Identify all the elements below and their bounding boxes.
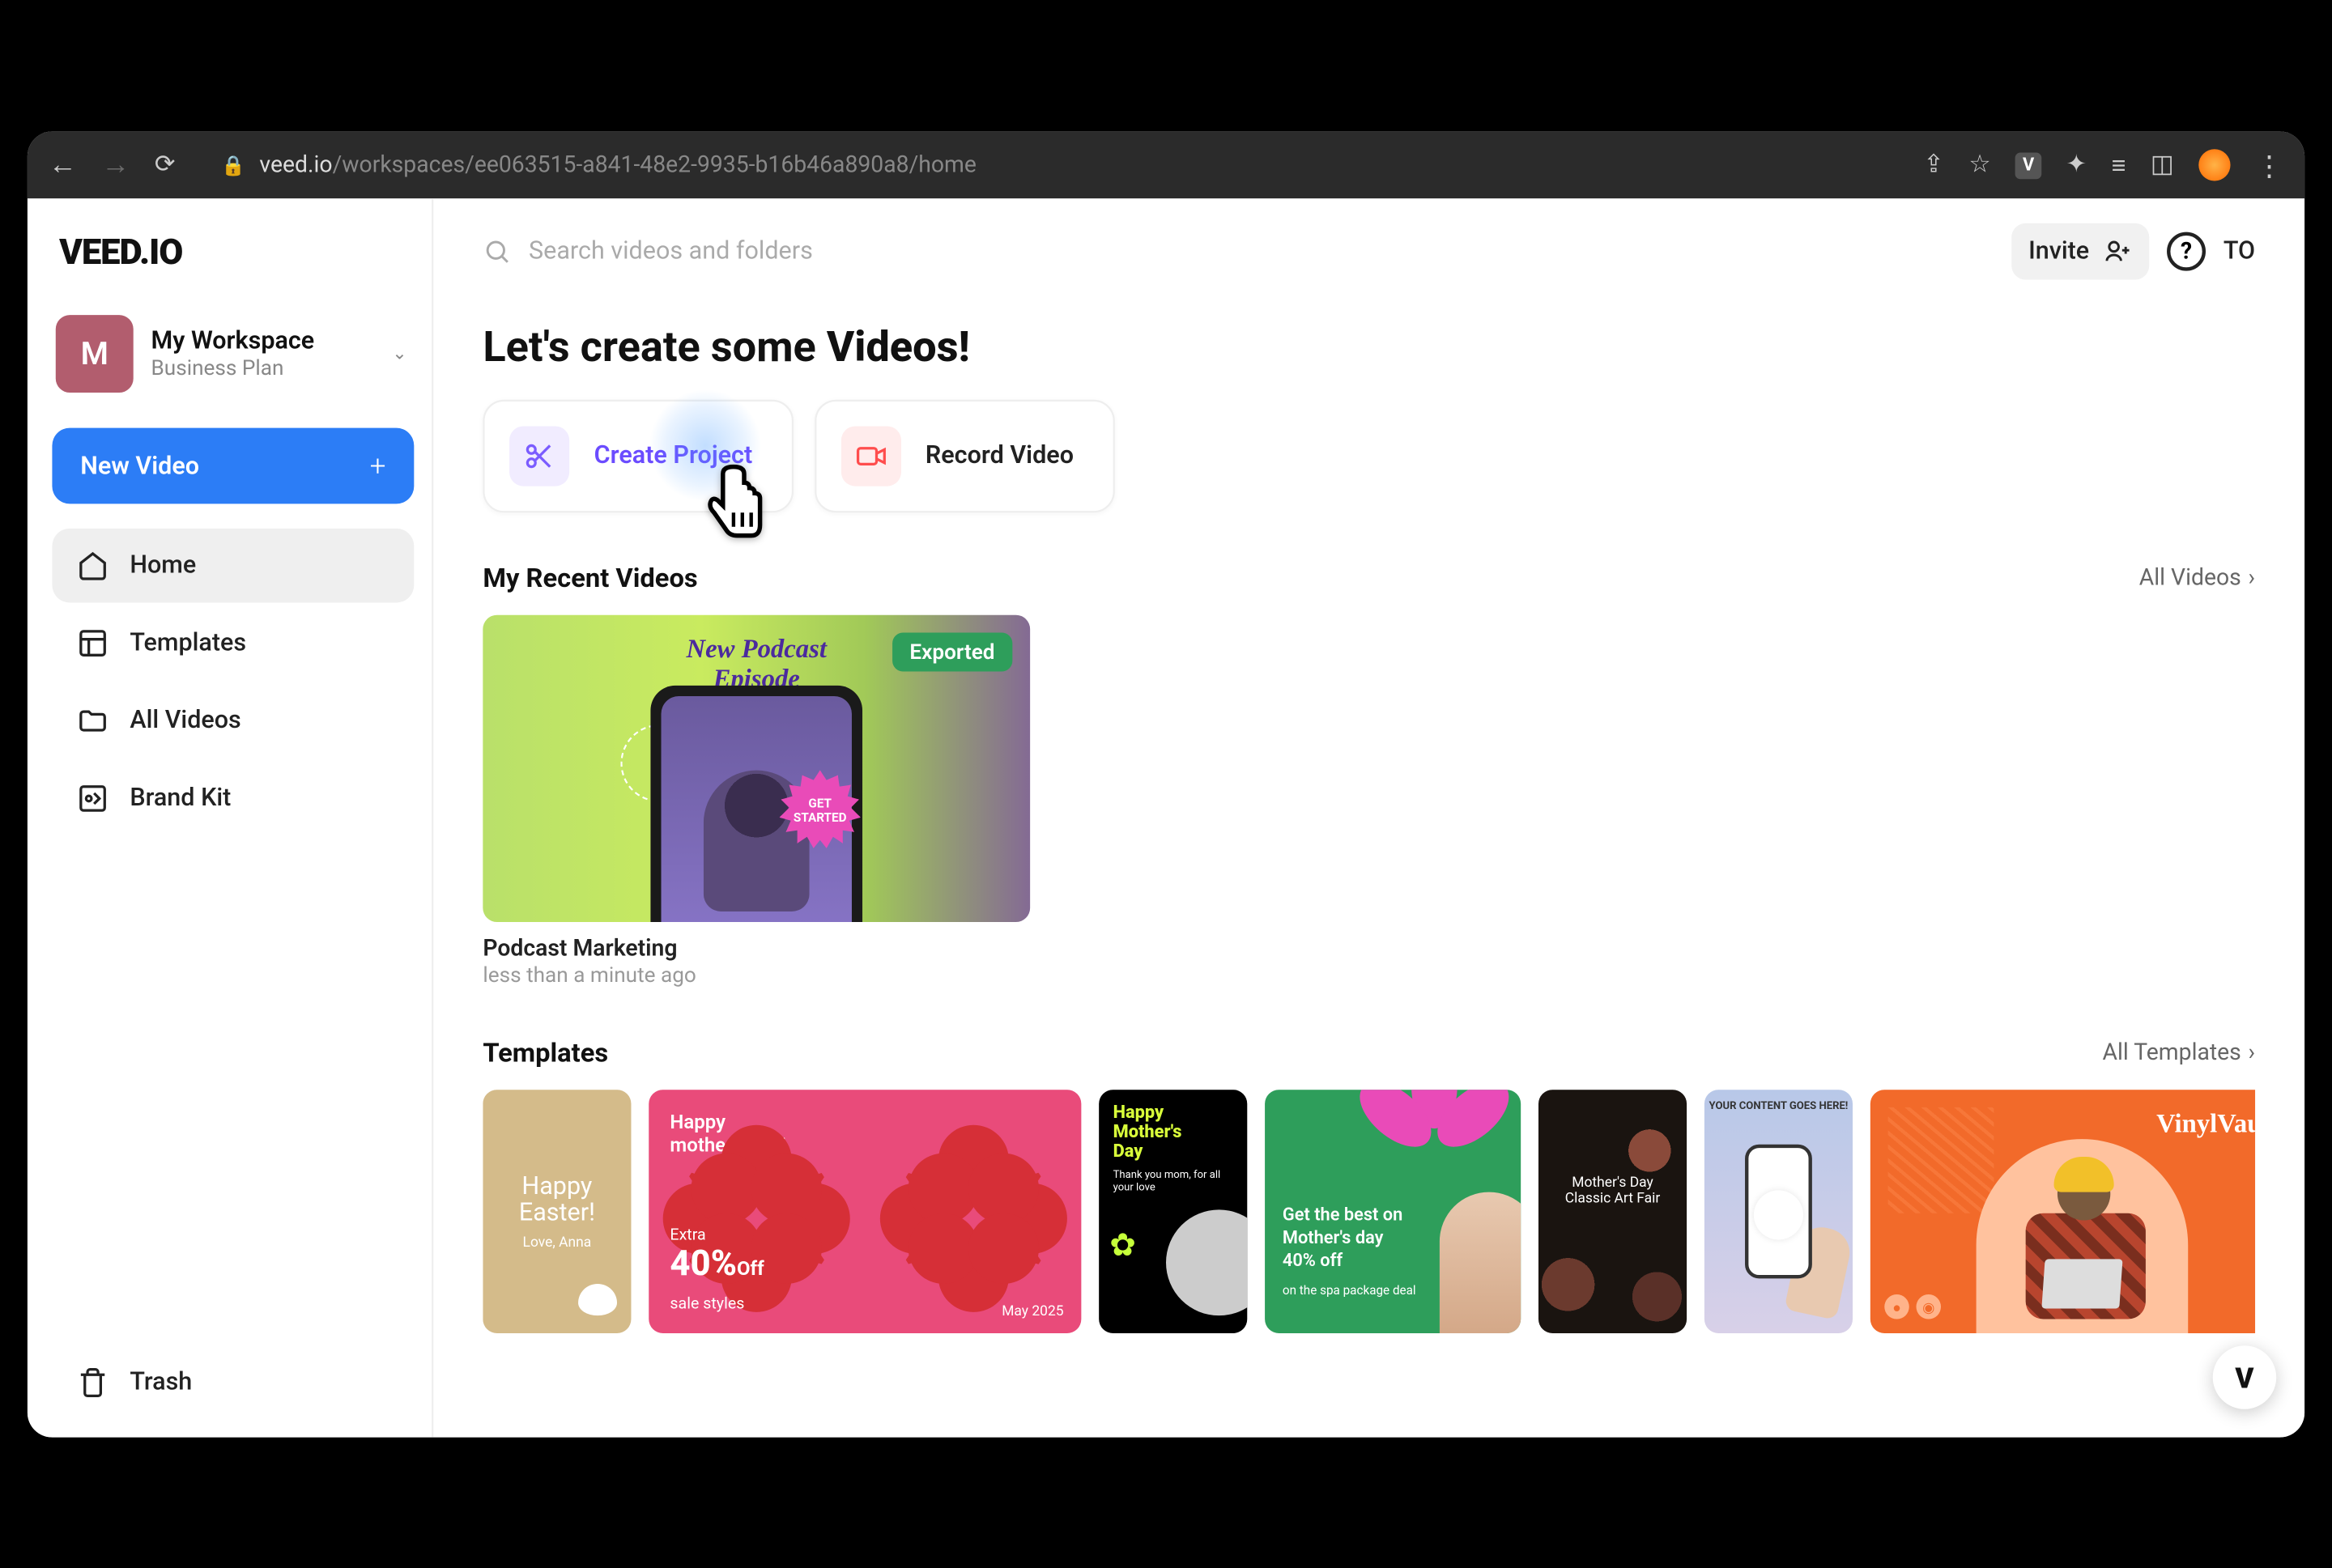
workspace-name: My Workspace [151,327,374,355]
nav-list: Home Templates All Videos [52,528,414,835]
help-button[interactable]: ? [2167,232,2206,270]
all-videos-link[interactable]: All Videos› [2139,564,2255,591]
template-card[interactable]: Happymother's day! Extra 40%Off sale sty… [649,1090,1081,1333]
nav-label: Home [130,551,196,580]
create-project-button[interactable]: Create Project [483,399,793,512]
add-user-icon [2104,237,2132,266]
nav-label: Trash [130,1368,192,1396]
top-bar: Invite ? TO [433,198,2304,294]
star-icon[interactable]: ☆ [1968,151,1990,179]
new-video-label: New Video [80,452,199,480]
help-fab[interactable]: V [2213,1345,2276,1409]
chevron-down-icon: ⌄ [392,344,406,363]
lock-icon: 🔒 [221,153,245,176]
templates-icon [77,627,109,658]
back-icon[interactable]: ← [49,147,77,183]
video-timestamp: less than a minute ago [483,962,1030,988]
status-badge: Exported [892,632,1013,671]
template-card[interactable]: Get the best onMother's day40% off on th… [1265,1090,1521,1333]
camera-icon [840,426,900,486]
all-templates-link[interactable]: All Templates› [2102,1039,2255,1066]
folder-icon [77,704,109,736]
logo: VEED.IO [52,230,414,272]
url-bar[interactable]: 🔒 veed.io/workspaces/ee063515-a841-48e2-… [193,151,1905,178]
plus-icon: + [370,448,386,482]
recent-videos-grid: New Podcast Episode GET STARTED Exported [483,614,2255,987]
nav-trash[interactable]: Trash [52,1345,414,1420]
workspace-switcher[interactable]: M My Workspace Business Plan ⌄ [52,304,414,403]
chevron-right-icon: › [2249,1039,2256,1066]
extensions-icon[interactable]: ✦ [2066,151,2087,179]
profile-avatar[interactable] [2198,149,2230,181]
reload-icon[interactable]: ⟳ [155,151,176,179]
action-cards: Create Project Record Video [483,399,2255,512]
templates-header: Templates All Templates› [483,1036,2255,1068]
main-content: Invite ? TO Let's create some Videos! [433,198,2304,1437]
user-menu[interactable]: TO [2223,237,2255,266]
template-card[interactable]: YOUR CONTENT GOES HERE! [1704,1090,1853,1333]
playlist-icon[interactable]: ≡ [2112,150,2126,180]
workspace-initial: M [56,315,134,393]
workspace-plan: Business Plan [151,355,374,380]
template-card[interactable]: HappyEaster! Love, Anna [483,1090,631,1333]
invite-label: Invite [2028,237,2089,266]
trash-icon [77,1366,109,1398]
nav-label: Brand Kit [130,784,231,813]
recent-videos-header: My Recent Videos All Videos› [483,562,2255,593]
nav-home[interactable]: Home [52,528,414,602]
video-card[interactable]: New Podcast Episode GET STARTED Exported [483,614,1030,987]
search-icon [483,237,511,266]
sidebar: VEED.IO M My Workspace Business Plan ⌄ N… [28,198,433,1437]
template-card[interactable]: VinylVault ●◉ [1870,1090,2255,1333]
menu-icon[interactable]: ⋮ [2255,148,2283,181]
browser-chrome: ← → ⟳ 🔒 veed.io/workspaces/ee063515-a841… [28,131,2304,198]
template-card[interactable]: Mother's DayClassic Art Fair [1538,1090,1687,1333]
share-icon[interactable]: ⇪ [1923,151,1944,179]
forward-icon[interactable]: → [101,147,130,183]
nav-all-videos[interactable]: All Videos [52,683,414,758]
new-video-button[interactable]: New Video + [52,427,414,504]
panel-icon[interactable]: ◫ [2151,151,2174,179]
video-thumbnail: New Podcast Episode GET STARTED Exported [483,614,1030,921]
video-title: Podcast Marketing [483,936,1030,962]
nav-templates[interactable]: Templates [52,606,414,680]
templates-title: Templates [483,1036,608,1068]
recent-videos-title: My Recent Videos [483,562,697,593]
nav-brand-kit[interactable]: Brand Kit [52,761,414,835]
chevron-right-icon: › [2249,564,2256,591]
scissors-icon [509,426,569,486]
page-headline: Let's create some Videos! [483,321,2255,371]
template-card[interactable]: HappyMother'sDay Thank you mom, for all … [1099,1090,1247,1333]
brand-kit-icon [77,782,109,814]
search-input[interactable] [529,237,1058,266]
nav-label: Templates [130,629,246,657]
templates-row: HappyEaster! Love, Anna Happymother's da… [483,1090,2255,1333]
nav-label: All Videos [130,707,240,735]
extension-badge[interactable]: V [2015,151,2041,178]
record-video-label: Record Video [926,442,1074,470]
create-project-label: Create Project [594,442,753,470]
browser-window: ← → ⟳ 🔒 veed.io/workspaces/ee063515-a841… [28,131,2304,1437]
home-icon [77,550,109,581]
record-video-button[interactable]: Record Video [815,399,1115,512]
url-text: veed.io/workspaces/ee063515-a841-48e2-99… [259,151,976,178]
invite-button[interactable]: Invite [2011,223,2149,279]
